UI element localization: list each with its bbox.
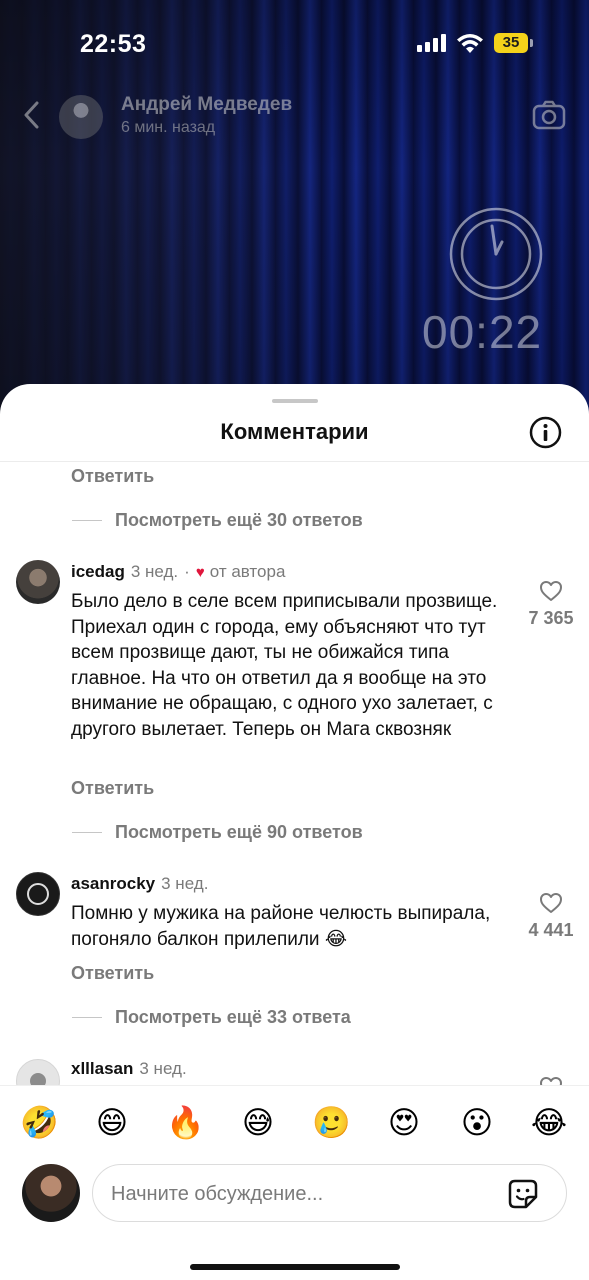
battery-tip bbox=[530, 39, 533, 47]
emoji-button[interactable]: 🥲 bbox=[312, 1104, 351, 1142]
battery-icon: 35 bbox=[494, 33, 528, 53]
heart-icon: ♥ bbox=[195, 563, 205, 581]
current-user-avatar bbox=[22, 1164, 80, 1222]
like-button[interactable]: 7 365 bbox=[516, 580, 586, 629]
view-more-replies[interactable]: Посмотреть ещё 30 ответов bbox=[72, 510, 363, 530]
like-count: 7 365 bbox=[528, 608, 574, 628]
heart-icon[interactable] bbox=[539, 580, 563, 602]
heart-icon[interactable] bbox=[539, 892, 563, 914]
separator-dot: · bbox=[184, 562, 190, 581]
emoji-button[interactable]: 😍 bbox=[385, 1104, 423, 1142]
status-bar: 22:53 35 bbox=[0, 0, 589, 88]
view-more-replies-label: Посмотреть ещё 33 ответа bbox=[115, 1006, 351, 1027]
comment-input[interactable] bbox=[109, 1177, 493, 1211]
avatar[interactable] bbox=[16, 560, 60, 604]
comments-sheet: Комментарии Ответить Посмотреть ещё 30 о… bbox=[0, 384, 589, 1280]
info-icon[interactable] bbox=[529, 416, 562, 449]
composer-divider bbox=[0, 1085, 589, 1086]
author-liked-badge: от автора bbox=[209, 562, 286, 581]
comment-composer[interactable] bbox=[92, 1164, 567, 1222]
emoji-button[interactable]: 😄 bbox=[93, 1104, 131, 1142]
emoji-button[interactable]: 😮 bbox=[458, 1104, 496, 1142]
emoji-button[interactable]: 😅 bbox=[239, 1104, 277, 1142]
cellular-signal-icon bbox=[417, 34, 446, 52]
comments-list[interactable]: Ответить Посмотреть ещё 30 ответов iceda… bbox=[0, 462, 589, 1086]
comment-text: Было дело в селе всем приписывали прозви… bbox=[71, 591, 498, 740]
view-more-replies[interactable]: Посмотреть ещё 90 ответов bbox=[72, 822, 363, 842]
author-avatar[interactable] bbox=[59, 95, 103, 139]
story-header: Андрей Медведев 6 мин. назад bbox=[0, 88, 589, 148]
avatar[interactable] bbox=[16, 872, 60, 916]
comment-username[interactable]: xlllasan bbox=[71, 1059, 133, 1079]
comment-meta: xlllasan 3 нед. bbox=[71, 1059, 187, 1079]
comment-meta: icedag 3 нед. · ♥ от автора bbox=[71, 562, 285, 582]
post-time: 6 мин. назад bbox=[121, 119, 216, 136]
status-time: 22:53 bbox=[80, 30, 147, 58]
emoji-button[interactable]: 😂 bbox=[530, 1104, 568, 1142]
emoji-quick-bar: 🤣 😄 🔥 😅 🥲 😍 😮 😂 bbox=[0, 1104, 589, 1150]
sheet-title: Комментарии bbox=[220, 419, 369, 444]
camera-icon[interactable] bbox=[532, 100, 566, 130]
avatar[interactable] bbox=[16, 1059, 60, 1086]
comment-meta: asanrocky 3 нед. bbox=[71, 874, 208, 894]
comment-username[interactable]: icedag bbox=[71, 562, 125, 582]
comment-time: 3 нед. bbox=[139, 1059, 187, 1078]
reply-button[interactable]: Ответить bbox=[71, 466, 154, 487]
view-more-replies[interactable]: Посмотреть ещё 33 ответа bbox=[72, 1007, 351, 1027]
comment-username[interactable]: asanrocky bbox=[71, 874, 155, 894]
back-icon[interactable] bbox=[20, 100, 44, 130]
reply-button[interactable]: Ответить bbox=[71, 963, 154, 984]
video-timer: 00:22 bbox=[422, 306, 543, 358]
sheet-grabber[interactable] bbox=[272, 399, 318, 403]
divider-line bbox=[72, 1016, 102, 1018]
like-count: 4 441 bbox=[528, 920, 574, 940]
emoji-button[interactable]: 🔥 bbox=[166, 1104, 205, 1142]
comment-time: 3 нед. bbox=[161, 874, 209, 893]
emoji-button[interactable]: 🤣 bbox=[20, 1104, 59, 1142]
clock-icon bbox=[449, 207, 543, 301]
comment-text: Помню у мужика на районе челюсть выпирал… bbox=[71, 903, 491, 950]
view-more-replies-label: Посмотреть ещё 90 ответов bbox=[115, 821, 363, 842]
view-more-replies-label: Посмотреть ещё 30 ответов bbox=[115, 509, 363, 530]
home-indicator[interactable] bbox=[190, 1264, 400, 1270]
wifi-icon bbox=[457, 34, 483, 53]
like-button[interactable]: 4 441 bbox=[516, 892, 586, 941]
reply-button[interactable]: Ответить bbox=[71, 778, 154, 799]
author-name[interactable]: Андрей Медведев bbox=[121, 94, 292, 116]
divider-line bbox=[72, 519, 102, 521]
divider-line bbox=[72, 831, 102, 833]
sticker-icon[interactable] bbox=[507, 1178, 539, 1210]
comment-time: 3 нед. bbox=[130, 562, 179, 581]
